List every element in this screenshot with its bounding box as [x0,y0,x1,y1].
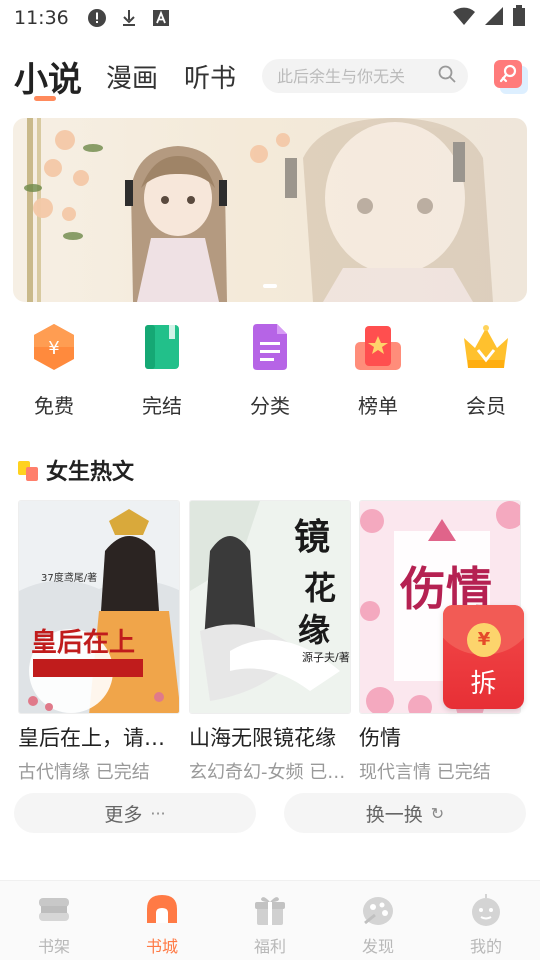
banner-illustration [24,118,493,302]
download-icon [119,8,139,28]
category-free[interactable]: ¥ 免费 [14,320,94,419]
book-title[interactable]: 山海无限镜花缘 [189,722,351,752]
section-title: 女生热文 [46,460,135,485]
category-label: 完结 [142,394,182,418]
book-meta: 现代言情 已完结 [359,762,491,783]
battery-icon [512,5,526,31]
category-grid: ¥ 免费 完结 分类 榜单 会员 [0,320,540,430]
book-title[interactable]: 皇后在上，请受为夫一拜 [18,722,180,752]
nav-profile[interactable]: 我的 [432,893,540,957]
category-classify[interactable]: 分类 [230,320,310,419]
refresh-icon: ↻ [430,803,445,823]
promo-banner[interactable] [13,118,527,302]
ranking-icon [351,320,405,374]
svg-text:花: 花 [304,569,336,607]
more-dots-icon: ··· [150,803,166,823]
checkin-icon[interactable] [494,60,528,94]
category-label: 会员 [466,394,506,418]
search-bar[interactable] [262,59,468,93]
status-bar: 11:36 [0,0,540,36]
book-meta: 玄幻奇幻-女频 已完结 [189,762,351,783]
category-label: 分类 [250,394,290,418]
more-button[interactable]: 更多 ··· [14,793,256,833]
nav-welfare[interactable]: 福利 [216,893,324,957]
book-cover[interactable]: 皇后在上 37度鸢尾/著 [18,500,180,714]
section-header: 女生热文 [18,454,134,486]
refresh-label: 换一换 [365,803,423,826]
refresh-button[interactable]: 换一换 ↻ [284,793,526,833]
tab-comic[interactable]: 漫画 [106,58,158,95]
section-mark-icon [18,459,40,481]
completed-book-icon [135,320,189,374]
banner-pagination [263,284,277,288]
nav-label: 福利 [253,937,286,956]
alert-icon [87,8,107,28]
profile-icon [469,893,503,927]
keyboard-a-icon [151,8,171,28]
nav-label: 书城 [145,937,178,956]
svg-text:¥: ¥ [48,338,59,359]
wifi-icon [452,6,476,30]
status-time: 11:36 [14,7,69,29]
discover-icon [361,893,395,927]
bottom-navigation: 书架 书城 福利 发现 我的 [0,880,540,960]
book-meta: 古代情缘 已完结 [18,762,150,783]
category-document-icon [243,320,297,374]
tab-novel[interactable]: 小说 [14,52,82,101]
category-ranking[interactable]: 榜单 [338,320,418,419]
bookshelf-icon [37,893,71,927]
nav-label: 发现 [361,937,394,956]
cover-author: 37度鸢尾/著 [41,571,97,584]
svg-text:镜: 镜 [294,516,330,558]
tab-active-indicator [34,96,56,101]
more-label: 更多 [104,803,143,826]
search-input[interactable] [277,66,438,86]
red-packet-label: 拆 [470,669,497,699]
top-header: 小说 漫画 听书 [0,48,540,104]
red-packet-button[interactable]: ¥ 拆 [443,605,524,709]
book-card[interactable]: 镜 花 缘 源子夫/著 山海无限镜花缘 玄幻奇幻-女频 已完结 [189,500,351,784]
book-title[interactable]: 伤情 [359,722,521,752]
vip-crown-icon [459,320,513,374]
category-completed[interactable]: 完结 [122,320,202,419]
cover-author: 源子夫/著 [302,650,350,664]
free-coin-icon: ¥ [27,320,81,374]
category-vip[interactable]: 会员 [446,320,526,419]
search-icon[interactable] [438,65,456,87]
signal-icon [484,6,504,30]
red-packet-coin-icon: ¥ [467,623,501,657]
gift-icon [253,893,287,927]
book-cover[interactable]: 镜 花 缘 源子夫/著 [189,500,351,714]
nav-bookstore[interactable]: 书城 [108,893,216,957]
category-label: 榜单 [358,394,398,418]
cover-title: 皇后在上 [31,628,135,658]
book-card[interactable]: 皇后在上 37度鸢尾/著 皇后在上，请受为夫一拜 古代情缘 已完结 [18,500,180,784]
nav-label: 我的 [469,937,502,956]
svg-text:缘: 缘 [298,611,330,649]
tab-audiobook[interactable]: 听书 [184,58,236,95]
nav-bookshelf[interactable]: 书架 [0,893,108,957]
nav-discover[interactable]: 发现 [324,893,432,957]
banner-dot [263,284,277,288]
nav-label: 书架 [37,937,70,956]
bookstore-icon [145,893,179,927]
category-label: 免费 [34,394,74,418]
